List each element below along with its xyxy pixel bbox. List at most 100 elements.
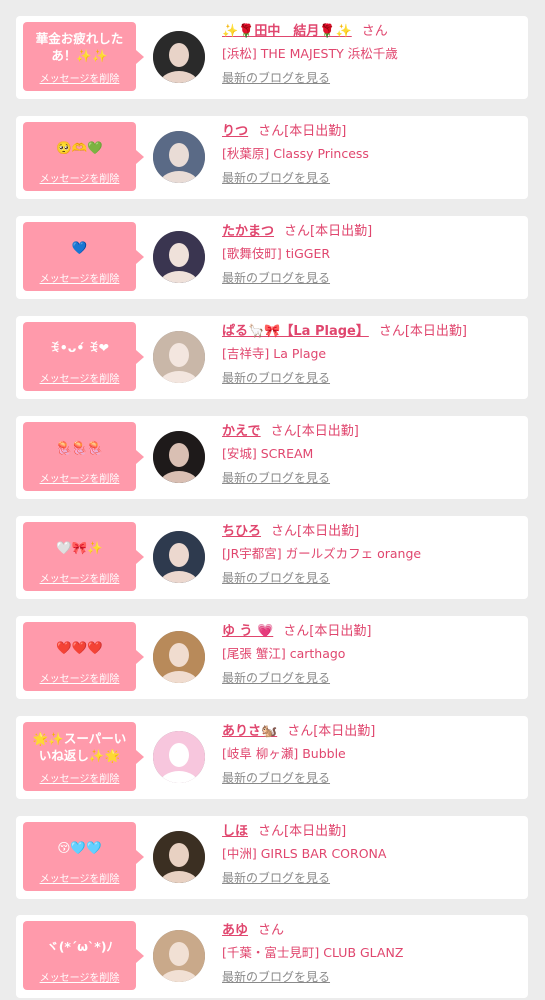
message-bubble: 💙 メッセージを削除	[23, 222, 144, 291]
cast-name-link[interactable]: ゆ う 💗	[222, 624, 273, 639]
shop-name: [尾張 蟹江] carthago	[222, 646, 346, 661]
cast-name-line: あゆ さん	[222, 921, 522, 941]
cast-name-link[interactable]: かえで	[222, 424, 261, 439]
delete-message-link[interactable]: メッセージを削除	[23, 570, 136, 585]
message-text: ❤️❤️❤️	[56, 639, 103, 655]
message-card: ❤️❤️❤️ メッセージを削除 ゆ う 💗 さん[本日出勤] [尾張 蟹江] ca…	[16, 616, 528, 699]
latest-blog-link[interactable]: 最新のブログを見る	[222, 969, 330, 985]
avatar[interactable]	[153, 631, 205, 683]
avatar[interactable]	[153, 431, 205, 483]
message-bubble: 😚🩵🩵 メッセージを削除	[23, 822, 144, 891]
delete-message-link[interactable]: メッセージを削除	[23, 170, 136, 185]
avatar[interactable]	[153, 531, 205, 583]
cast-name-line: ちひろ さん[本日出勤]	[222, 522, 522, 542]
honorific: さん	[258, 923, 285, 938]
cast-info: たかまつ さん[本日出勤] [歌舞伎町] tiGGER 最新のブログを見る	[222, 222, 522, 286]
avatar[interactable]	[153, 131, 205, 183]
cast-name-link[interactable]: ✨🌹田中 結月🌹✨	[222, 24, 352, 39]
message-text: ヾ(*´ω`*)ﾉ	[46, 938, 113, 954]
attendance-status: [本日出勤]	[310, 224, 373, 239]
message-bubble: 🪼🪼🪼 メッセージを削除	[23, 422, 144, 491]
latest-blog-link[interactable]: 最新のブログを見る	[222, 170, 330, 186]
cast-name-link[interactable]: あゆ	[222, 923, 248, 938]
attendance-status: [本日出勤]	[296, 424, 359, 439]
avatar[interactable]	[153, 231, 205, 283]
cast-name-link[interactable]: たかまつ	[222, 224, 274, 239]
delete-message-link[interactable]: メッセージを削除	[23, 70, 136, 85]
latest-blog-link[interactable]: 最新のブログを見る	[222, 270, 330, 286]
latest-blog-link[interactable]: 最新のブログを見る	[222, 470, 330, 486]
message-card: 華金お疲れした あ！✨✨ メッセージを削除 ✨🌹田中 結月🌹✨ さん [浜松] T…	[16, 16, 528, 99]
avatar[interactable]	[153, 31, 205, 83]
message-text: 🥺🫶💚	[56, 139, 103, 155]
cast-info: ありさ🐿️ さん[本日出勤] [岐阜 柳ヶ瀬] Bubble 最新のブログを見る	[222, 722, 522, 786]
message-text: 🌟✨スーパーい いね返し✨🌟	[32, 731, 127, 763]
message-bubble: 🥺🫶💚 メッセージを削除	[23, 122, 144, 191]
avatar[interactable]	[153, 331, 205, 383]
shop-name: [中洲] GIRLS BAR CORONA	[222, 846, 387, 861]
delete-message-link[interactable]: メッセージを削除	[23, 270, 136, 285]
cast-info: りつ さん[本日出勤] [秋葉原] Classy Princess 最新のブログを…	[222, 122, 522, 186]
message-text: 🪼🪼🪼	[56, 439, 103, 455]
latest-blog-link[interactable]: 最新のブログを見る	[222, 570, 330, 586]
delete-message-link[interactable]: メッセージを削除	[23, 370, 136, 385]
cast-name-line: ゆ う 💗 さん[本日出勤]	[222, 622, 522, 642]
cast-name-line: しほ さん[本日出勤]	[222, 822, 522, 842]
shop-name: [吉祥寺] La Plage	[222, 346, 327, 361]
cast-info: しほ さん[本日出勤] [中洲] GIRLS BAR CORONA 最新のブログを…	[222, 822, 522, 886]
honorific: さん	[271, 524, 298, 539]
cast-name-line: りつ さん[本日出勤]	[222, 122, 522, 142]
message-card: 🌟✨スーパーい いね返し✨🌟 メッセージを削除 ありさ🐿️ さん[本日出勤] [岐…	[16, 716, 528, 799]
honorific: さん	[283, 624, 310, 639]
message-bubble: 🤍🎀✨ メッセージを削除	[23, 522, 144, 591]
avatar[interactable]	[153, 831, 205, 883]
cast-name-link[interactable]: ちひろ	[222, 524, 261, 539]
cast-name-link[interactable]: ぱる🦙🎀【La Plage】	[222, 324, 369, 339]
attendance-status: [本日出勤]	[297, 524, 360, 539]
shop-name: [岐阜 柳ヶ瀬] Bubble	[222, 746, 346, 761]
message-bubble: ヾ(*´ω`*)ﾉ メッセージを削除	[23, 921, 144, 990]
message-text: 華金お疲れした あ！✨✨	[35, 31, 124, 63]
honorific: さん	[361, 24, 388, 39]
shop-name: [秋葉原] Classy Princess	[222, 146, 369, 161]
latest-blog-link[interactable]: 最新のブログを見る	[222, 870, 330, 886]
delete-message-link[interactable]: メッセージを削除	[23, 770, 136, 785]
shop-name: [歌舞伎町] tiGGER	[222, 246, 331, 261]
honorific: さん	[287, 724, 314, 739]
attendance-status: [本日出勤]	[404, 324, 468, 339]
message-text: 💙	[71, 239, 88, 255]
avatar[interactable]	[153, 930, 205, 982]
cast-name-link[interactable]: しほ	[222, 824, 248, 839]
message-card: ꉂ•ᴗ•́ ꉂ❤ メッセージを削除 ぱる🦙🎀【La Plage】 さん[本日出勤]…	[16, 316, 528, 399]
cast-name-line: ✨🌹田中 結月🌹✨ さん	[222, 22, 522, 42]
shop-name: [JR宇都宮] ガールズカフェ orange	[222, 546, 422, 561]
latest-blog-link[interactable]: 最新のブログを見る	[222, 770, 330, 786]
message-text: 🤍🎀✨	[56, 539, 103, 555]
message-card: 🤍🎀✨ メッセージを削除 ちひろ さん[本日出勤] [JR宇都宮] ガールズカフェ…	[16, 516, 528, 599]
cast-name-line: たかまつ さん[本日出勤]	[222, 222, 522, 242]
message-list: 華金お疲れした あ！✨✨ メッセージを削除 ✨🌹田中 結月🌹✨ さん [浜松] T…	[0, 0, 545, 1000]
cast-info: ぱる🦙🎀【La Plage】 さん[本日出勤] [吉祥寺] La Plage 最新…	[222, 322, 522, 386]
honorific: さん	[378, 324, 405, 339]
avatar[interactable]	[153, 731, 205, 783]
honorific: さん	[258, 124, 285, 139]
cast-info: ゆ う 💗 さん[本日出勤] [尾張 蟹江] carthago 最新のブログを見る	[222, 622, 522, 686]
shop-name: [浜松] THE MAJESTY 浜松千歳	[222, 46, 398, 61]
cast-info: かえで さん[本日出勤] [安城] SCREAM 最新のブログを見る	[222, 422, 522, 486]
delete-message-link[interactable]: メッセージを削除	[23, 670, 136, 685]
cast-name-link[interactable]: ありさ🐿️	[222, 724, 277, 739]
latest-blog-link[interactable]: 最新のブログを見る	[222, 370, 330, 386]
delete-message-link[interactable]: メッセージを削除	[23, 969, 136, 984]
cast-name-link[interactable]: りつ	[222, 124, 248, 139]
latest-blog-link[interactable]: 最新のブログを見る	[222, 70, 330, 86]
honorific: さん	[258, 824, 285, 839]
shop-name: [安城] SCREAM	[222, 446, 314, 461]
latest-blog-link[interactable]: 最新のブログを見る	[222, 670, 330, 686]
cast-name-line: かえで さん[本日出勤]	[222, 422, 522, 442]
delete-message-link[interactable]: メッセージを削除	[23, 870, 136, 885]
delete-message-link[interactable]: メッセージを削除	[23, 470, 136, 485]
cast-info: あゆ さん [千葉・富士見町] CLUB GLANZ 最新のブログを見る	[222, 921, 522, 985]
message-card: ヾ(*´ω`*)ﾉ メッセージを削除 あゆ さん [千葉・富士見町] CLUB G…	[16, 915, 528, 998]
shop-name: [千葉・富士見町] CLUB GLANZ	[222, 945, 404, 960]
cast-info: ✨🌹田中 結月🌹✨ さん [浜松] THE MAJESTY 浜松千歳 最新のブログ…	[222, 22, 522, 86]
